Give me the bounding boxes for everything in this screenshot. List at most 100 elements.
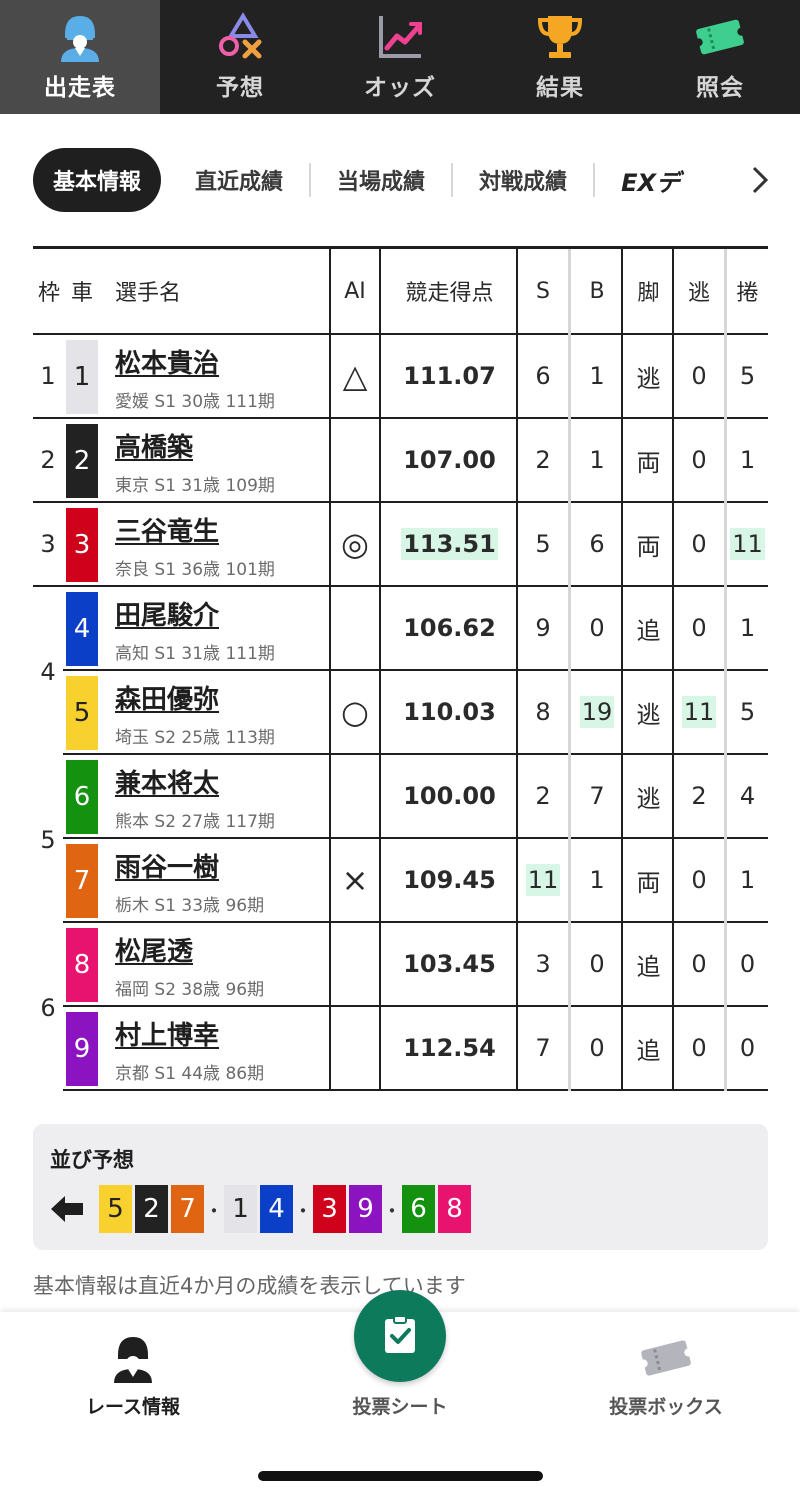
stat-leg-cell: 追	[623, 587, 674, 669]
stat-nige-cell: 0	[674, 587, 724, 669]
subtab-matchup-results[interactable]: 対戦成績	[451, 163, 593, 197]
waku-number: 4	[33, 588, 63, 756]
racer-name[interactable]: 村上博幸	[115, 1015, 219, 1052]
stat-nige: 0	[691, 866, 707, 894]
stat-makuri-cell: 1	[727, 419, 768, 501]
score-value: 106.62	[403, 614, 496, 642]
stat-nige-cell: 0	[674, 335, 724, 417]
chevron-right-icon[interactable]	[747, 163, 773, 197]
stat-nige: 0	[691, 362, 707, 390]
stat-nige-cell: 0	[674, 419, 724, 501]
racer-name[interactable]: 三谷竜生	[115, 511, 219, 548]
subtab-recent-results[interactable]: 直近成績	[161, 163, 309, 197]
stat-nige-cell: 0	[674, 923, 724, 1005]
table-row[interactable]: 5 森田優弥 埼玉 S2 25歳 113期 ○ 110.03 8 19 逃 11 5	[33, 671, 768, 755]
score-cell: 112.54	[381, 1007, 518, 1089]
waku-number: 5	[33, 756, 63, 924]
subtab-ex-data[interactable]: EXデ	[593, 163, 680, 197]
waku-number: 1	[33, 335, 63, 417]
ai-mark: ○	[341, 693, 369, 731]
stat-s-cell: 2	[518, 755, 568, 837]
tab-label: 出走表	[44, 75, 116, 101]
score-value: 109.45	[403, 866, 496, 894]
stat-s-cell: 8	[518, 671, 568, 753]
stat-nige: 2	[691, 782, 707, 810]
stat-b-cell: 0	[571, 587, 623, 669]
table-row[interactable]: 4 田尾駿介 高知 S1 31歳 111期 106.62 9 0 追 0 1	[33, 587, 768, 671]
ticket-icon	[693, 12, 747, 62]
stat-b-cell: 7	[571, 755, 623, 837]
waku-number: 6	[33, 924, 63, 1092]
subtab-basic-info[interactable]: 基本情報	[33, 148, 162, 212]
stat-s: 8	[535, 698, 551, 726]
line-car-chip: 3	[313, 1185, 346, 1233]
racer-name[interactable]: 松本貴治	[115, 343, 219, 380]
racer-profile: 埼玉 S2 25歳 113期	[115, 728, 275, 748]
racer-icon	[105, 1330, 161, 1386]
racer-profile: 福岡 S2 38歳 96期	[115, 980, 265, 1000]
tab-result[interactable]: 結果	[480, 0, 640, 114]
ai-mark	[330, 1007, 380, 1089]
stat-s: 11	[525, 864, 561, 896]
table-row[interactable]: 2 2 高橋築 東京 S1 31歳 109期 107.00 2 1 両 0 1	[33, 419, 768, 503]
stat-b: 0	[589, 614, 605, 642]
line-car-chip: 6	[402, 1185, 435, 1233]
table-row[interactable]: 3 3 三谷竜生 奈良 S1 36歳 101期 ◎ 113.51 5 6 両 0 11	[33, 503, 768, 587]
stat-nige-cell: 2	[674, 755, 724, 837]
stat-leg: 追	[636, 616, 661, 645]
racer-name[interactable]: 兼本将太	[115, 763, 219, 800]
bottom-tab-vote-box[interactable]: 投票ボックス	[533, 1312, 799, 1442]
stat-nige-cell: 11	[674, 671, 724, 753]
line-prediction-title: 並び予想	[50, 1148, 134, 1172]
table-row[interactable]: 1 1 松本貴治 愛媛 S1 30歳 111期 △ 111.07 6 1 逃 0 5	[33, 335, 768, 419]
stat-s-cell: 3	[518, 923, 568, 1005]
stat-s: 3	[535, 950, 551, 978]
line-car-chip: 4	[260, 1185, 293, 1233]
car-number-badge: 3	[66, 508, 98, 582]
home-indicator	[258, 1471, 543, 1481]
header-car: 車	[70, 281, 93, 306]
stat-b-cell: 1	[571, 419, 623, 501]
stat-makuri: 5	[739, 362, 756, 390]
score-cell: 107.00	[381, 419, 518, 501]
stat-makuri-cell: 0	[727, 1007, 768, 1089]
line-prediction-sequence: 5 2 7 ・ 1 4 ・ 3 9 ・ 6 8	[49, 1185, 474, 1233]
table-row[interactable]: 8 松尾透 福岡 S2 38歳 96期 103.45 3 0 追 0 0	[33, 923, 768, 1007]
tab-entry-table[interactable]: 出走表	[0, 0, 160, 114]
table-row[interactable]: 9 村上博幸 京都 S1 44歳 86期 112.54 7 0 追 0 0	[33, 1007, 768, 1091]
stat-leg: 両	[636, 532, 661, 561]
racer-name[interactable]: 田尾駿介	[115, 595, 219, 632]
stat-leg-cell: 両	[623, 503, 674, 585]
trophy-icon	[533, 12, 587, 62]
waku-number: 3	[33, 503, 63, 585]
stat-leg: 逃	[636, 700, 661, 729]
stat-b: 19	[579, 696, 615, 728]
racer-name[interactable]: 森田優弥	[115, 679, 219, 716]
tab-prediction[interactable]: 予想	[160, 0, 320, 114]
top-navigation: 出走表 予想 オッズ 結果 照会	[0, 0, 800, 114]
racer-name[interactable]: 雨谷一樹	[115, 847, 219, 884]
bottom-tab-label: レース情報	[85, 1396, 181, 1418]
tab-inquiry[interactable]: 照会	[640, 0, 800, 114]
sub-tabs: 基本情報 直近成績 当場成績 対戦成績 EXデ	[33, 148, 773, 212]
bottom-tab-race-info[interactable]: レース情報	[0, 1312, 266, 1442]
racer-name[interactable]: 松尾透	[115, 931, 193, 968]
ai-mark	[330, 923, 380, 1005]
score-value: 111.07	[403, 362, 496, 390]
header-b: B	[589, 278, 605, 304]
tab-label: 結果	[536, 75, 584, 101]
tab-odds[interactable]: オッズ	[320, 0, 480, 114]
stat-makuri: 1	[739, 446, 756, 474]
line-car-chip: 7	[171, 1185, 204, 1233]
tab-label: オッズ	[364, 75, 436, 101]
stat-makuri: 1	[739, 614, 756, 642]
racer-name[interactable]: 高橋築	[115, 427, 193, 464]
score-value: 103.45	[403, 950, 496, 978]
table-row[interactable]: 6 兼本将太 熊本 S2 27歳 117期 100.00 2 7 逃 2 4	[33, 755, 768, 839]
stat-s-cell: 2	[518, 419, 568, 501]
subtab-venue-results[interactable]: 当場成績	[309, 163, 451, 197]
ai-mark	[330, 587, 380, 669]
stat-makuri-cell: 1	[727, 839, 768, 921]
table-row[interactable]: 7 雨谷一樹 栃木 S1 33歳 96期 × 109.45 11 1 両 0 1	[33, 839, 768, 923]
vote-sheet-button[interactable]	[354, 1290, 446, 1382]
